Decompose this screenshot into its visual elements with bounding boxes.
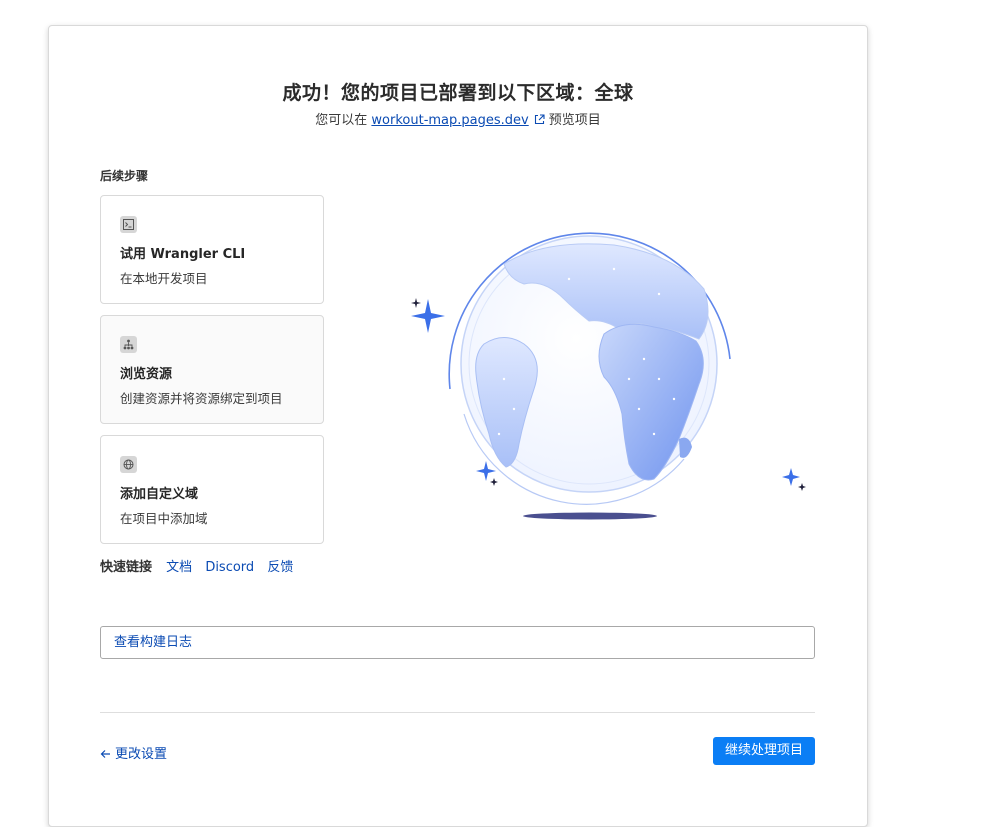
- change-settings-link[interactable]: 更改设置: [100, 743, 167, 763]
- view-build-log-button[interactable]: 查看构建日志: [100, 626, 815, 659]
- arrow-left-icon: [100, 748, 111, 763]
- step-title: 添加自定义域: [120, 487, 199, 502]
- step-desc: 创建资源并将资源绑定到项目: [120, 391, 283, 406]
- deployment-success-card: 成功！您的项目已部署到以下区域：全球 您可以在 workout-map.page…: [48, 25, 868, 827]
- subtitle-suffix: 预览项目: [548, 113, 601, 128]
- docs-link[interactable]: 文档: [166, 560, 192, 575]
- discord-link[interactable]: Discord: [205, 560, 254, 575]
- quick-links-label: 快速链接: [100, 560, 153, 575]
- divider: [100, 712, 815, 713]
- continue-project-button[interactable]: 继续处理项目: [713, 737, 815, 765]
- subtitle-prefix: 您可以在: [315, 113, 368, 128]
- step-desc: 在项目中添加域: [120, 511, 208, 526]
- hierarchy-icon: [120, 336, 137, 353]
- preview-link[interactable]: workout-map.pages.dev: [371, 113, 528, 128]
- step-title: 浏览资源: [120, 367, 173, 382]
- external-link-icon: [534, 114, 545, 129]
- change-settings-label: 更改设置: [115, 747, 168, 762]
- page-title: 成功！您的项目已部署到以下区域：全球: [282, 82, 634, 104]
- step-card-resources[interactable]: 浏览资源 创建资源并将资源绑定到项目: [100, 315, 324, 424]
- globe-icon: [120, 456, 137, 473]
- step-title: 试用 Wrangler CLI: [120, 247, 246, 262]
- step-card-wrangler[interactable]: 试用 Wrangler CLI 在本地开发项目: [100, 195, 324, 304]
- preview-subtitle: 您可以在 workout-map.pages.dev 预览项目: [49, 109, 867, 129]
- next-steps-label: 后续步骤: [100, 169, 149, 183]
- step-card-domain[interactable]: 添加自定义域 在项目中添加域: [100, 435, 324, 544]
- feedback-link[interactable]: 反馈: [267, 560, 293, 575]
- terminal-icon: [120, 216, 137, 233]
- globe-illustration: [354, 209, 864, 529]
- step-desc: 在本地开发项目: [120, 271, 208, 286]
- quick-links: 快速链接 文档 Discord 反馈: [100, 556, 302, 575]
